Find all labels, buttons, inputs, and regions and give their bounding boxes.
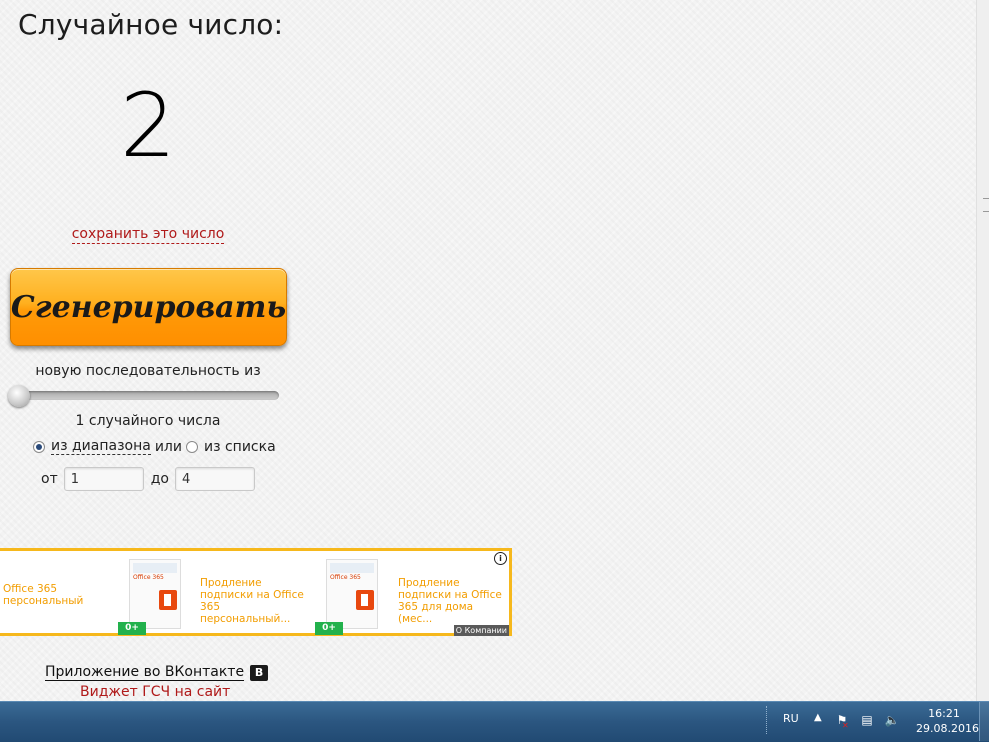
age-rating-badge: 0+	[315, 622, 343, 635]
show-desktop-button[interactable]	[979, 702, 989, 741]
to-input[interactable]	[174, 467, 255, 491]
ad-product-image-1[interactable]: Office 365	[129, 559, 181, 629]
save-number-link[interactable]: сохранить это число	[71, 226, 225, 244]
count-slider-thumb[interactable]	[8, 385, 30, 407]
office-logo-icon	[356, 590, 374, 610]
ad-product-image-2[interactable]: Office 365	[326, 559, 378, 629]
network-icon[interactable]: ▤	[859, 712, 875, 728]
range-mode-link[interactable]: из диапазона	[51, 438, 151, 455]
list-mode-label[interactable]: из списка	[204, 439, 276, 455]
tray-separator	[766, 706, 771, 734]
random-number-result: 2	[120, 74, 176, 177]
range-mode-radio[interactable]	[33, 440, 45, 453]
clock-time: 16:21	[928, 707, 960, 720]
list-mode-radio[interactable]	[185, 440, 198, 453]
ad-item-2-text[interactable]: Продление подписки на Office 365 персона…	[200, 577, 308, 625]
scrollbar-grip-icon[interactable]	[983, 198, 989, 212]
range-inputs: от до	[41, 467, 255, 491]
to-label: до	[150, 471, 169, 487]
clock-date: 29.08.2016	[916, 722, 979, 735]
page-title: Случайное число:	[18, 8, 284, 41]
from-input[interactable]	[63, 467, 144, 491]
count-label: 1 случайного числа	[75, 413, 221, 429]
ad-banner[interactable]: Office 365 персональный Office 365 0+ Пр…	[0, 548, 512, 636]
count-slider-track[interactable]	[14, 391, 279, 400]
clock[interactable]: 16:21 29.08.2016	[916, 706, 979, 736]
volume-icon[interactable]: 🔈	[884, 712, 900, 728]
ad-item-1-text[interactable]: Office 365 персональный	[3, 583, 113, 607]
widget-link[interactable]: Виджет ГСЧ на сайт	[80, 684, 230, 700]
ad-image-header	[330, 563, 374, 573]
sequence-label: новую последовательность из	[35, 363, 261, 379]
action-center-flag-icon[interactable]: ⚑	[834, 712, 850, 734]
mode-selector: из диапазона или из списка	[33, 438, 276, 455]
ad-info-icon[interactable]: i	[494, 552, 507, 565]
save-number-container: сохранить это число	[0, 226, 296, 244]
language-indicator[interactable]: RU	[783, 712, 799, 725]
vk-logo-icon: В	[250, 664, 269, 681]
office-logo-icon	[159, 590, 177, 610]
show-hidden-icons-icon[interactable]: ▲	[814, 712, 822, 723]
age-rating-badge: 0+	[118, 622, 146, 635]
or-label: или	[154, 438, 182, 455]
vertical-scrollbar[interactable]	[976, 0, 989, 701]
generate-button[interactable]: Сгенерировать	[10, 268, 287, 346]
ad-item-3-text[interactable]: Продление подписки на Office 365 для дом…	[398, 577, 506, 625]
ad-product-label: Office 365	[133, 574, 164, 581]
vk-app-link-text[interactable]: Приложение во ВКонтакте	[45, 664, 245, 681]
from-label: от	[41, 471, 58, 487]
ad-product-label: Office 365	[330, 574, 361, 581]
ad-about-link[interactable]: О Компании	[453, 625, 509, 636]
ad-image-header	[133, 563, 177, 573]
vk-app-link[interactable]: Приложение во ВКонтакте В	[45, 664, 269, 681]
